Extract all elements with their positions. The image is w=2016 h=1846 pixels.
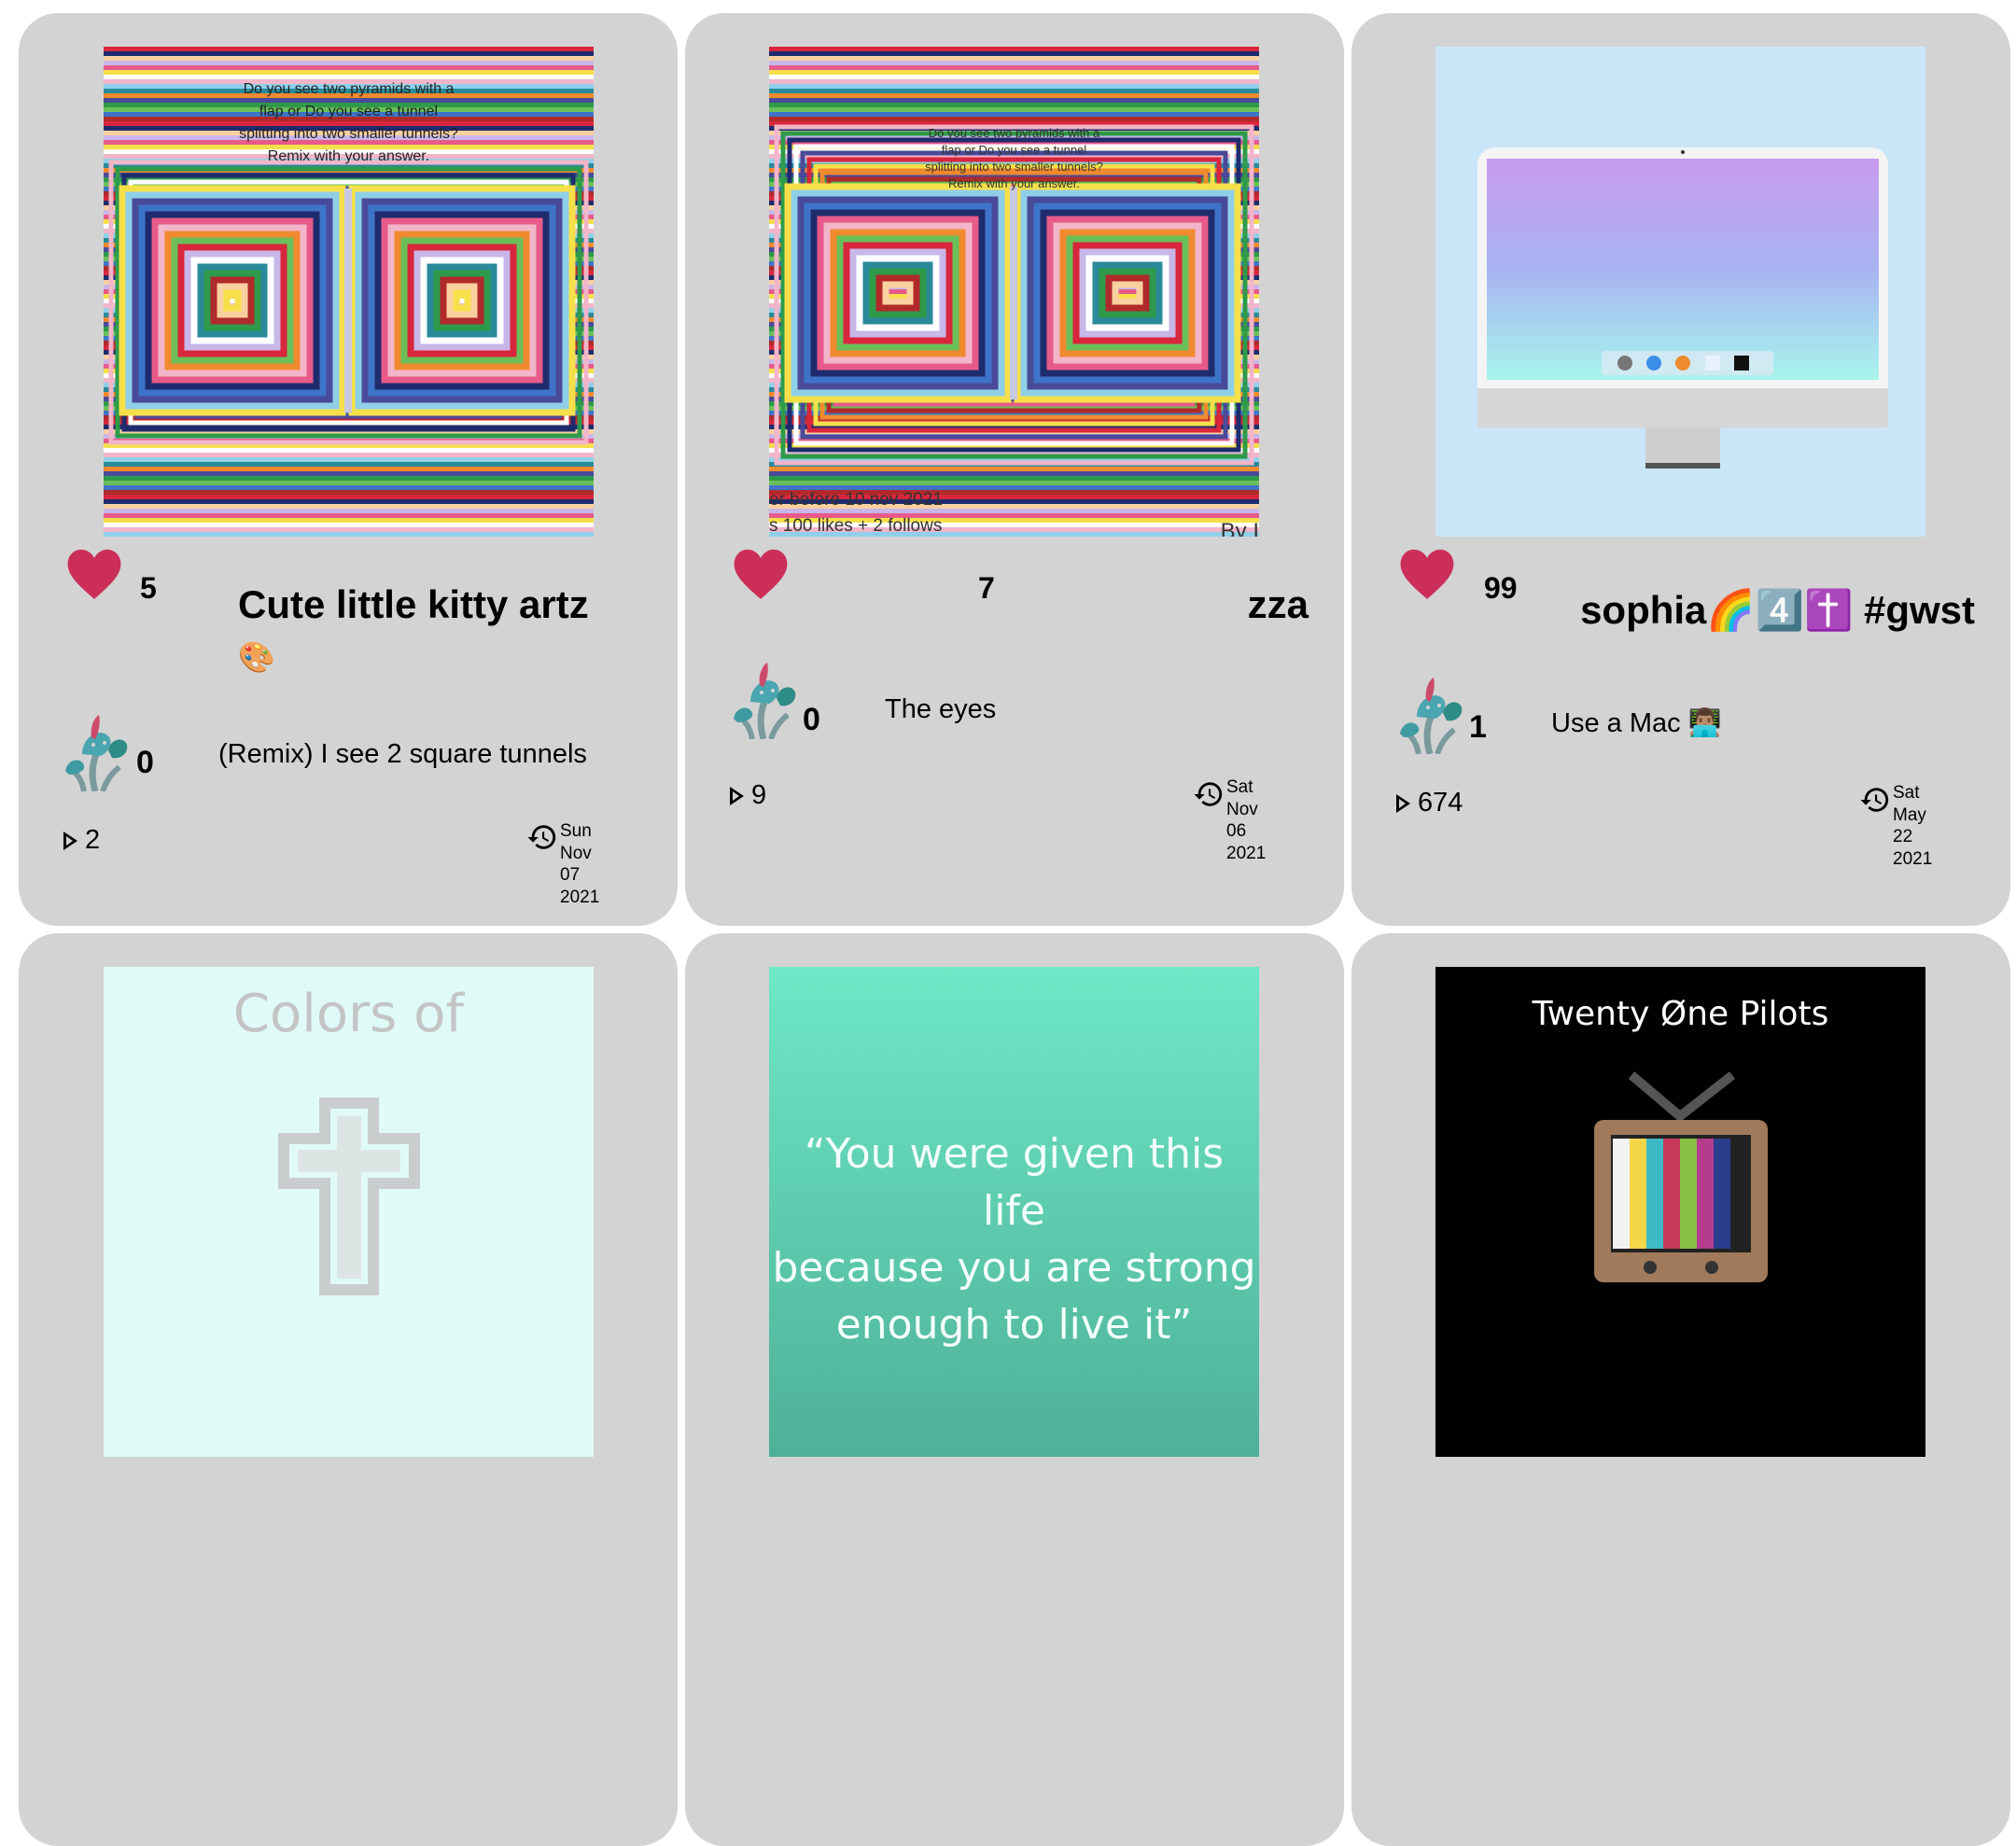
project-description: The eyes (885, 694, 997, 724)
project-card[interactable]: Colors of (19, 933, 678, 1846)
thumbnail-caption: Do you see two pyramids with a flap or D… (925, 126, 1103, 190)
remix-count: 0 (136, 745, 154, 780)
like-count: 7 (978, 571, 995, 605)
project-card[interactable]: “You were given this life because you ar… (685, 933, 1344, 1846)
play-count: 674 (1396, 788, 1463, 818)
project-card[interactable]: Do you see two pyramids with a flap or D… (685, 13, 1344, 926)
remix-count: 1 (1469, 709, 1487, 745)
project-card[interactable]: Twenty Øne Pilots (1351, 933, 2010, 1846)
project-thumbnail[interactable]: Do you see two pyramids with a flap or D… (769, 47, 1259, 537)
project-thumbnail[interactable]: Do you see two pyramids with a flap or D… (104, 47, 594, 537)
play-icon (63, 831, 77, 850)
thumbnail-caption: “You were given this life because you ar… (772, 1130, 1256, 1349)
mushroom-remix-icon[interactable] (63, 713, 129, 791)
cross-icon (278, 1098, 420, 1295)
heart-icon[interactable] (732, 546, 790, 604)
tv-icon (1594, 1071, 1768, 1282)
thumbnail-footer: er before 10 nov 2021 s 100 likes + 2 fo… (769, 490, 943, 536)
project-title[interactable]: zza (1248, 579, 1309, 631)
project-thumbnail[interactable]: “You were given this life because you ar… (769, 967, 1259, 1457)
play-count: 2 (63, 825, 100, 856)
history-icon (1860, 788, 1889, 812)
heart-icon[interactable] (65, 546, 123, 604)
project-card[interactable]: 99 sophia🌈4️⃣✝️ #gwst 1 Use a Mac 👨🏽‍💻 6… (1351, 13, 2010, 926)
project-thumbnail[interactable]: Colors of (104, 967, 594, 1457)
project-description: (Remix) I see 2 square tunnels (218, 739, 587, 769)
project-date: Sun Nov 07 2021 (560, 821, 600, 907)
project-date: Sat May 22 2021 (1893, 783, 1933, 869)
play-icon (730, 786, 744, 805)
thumbnail-author: By I (1220, 519, 1259, 537)
project-title[interactable]: Cute little kitty artz 🎨 (238, 579, 630, 683)
project-thumbnail[interactable]: Twenty Øne Pilots (1435, 967, 1925, 1457)
heart-icon[interactable] (1398, 546, 1456, 604)
like-count: 5 (140, 571, 157, 605)
mushroom-remix-icon[interactable] (1398, 676, 1463, 754)
project-card[interactable]: Do you see two pyramids with a flap or D… (19, 13, 678, 926)
history-icon (1194, 782, 1223, 806)
project-thumbnail[interactable] (1435, 47, 1925, 537)
play-count: 9 (730, 780, 766, 811)
like-count: 99 (1484, 571, 1518, 605)
mushroom-remix-icon[interactable] (732, 661, 797, 739)
thumbnail-caption: Do you see two pyramids with a flap or D… (239, 81, 458, 164)
project-description: Use a Mac 👨🏽‍💻 (1551, 708, 1722, 738)
history-icon (527, 825, 556, 849)
project-title[interactable]: sophia🌈4️⃣✝️ #gwst (1580, 584, 1975, 636)
project-date: Sat Nov 06 2021 (1226, 777, 1267, 863)
play-icon (1396, 793, 1410, 813)
remix-count: 0 (803, 702, 820, 737)
